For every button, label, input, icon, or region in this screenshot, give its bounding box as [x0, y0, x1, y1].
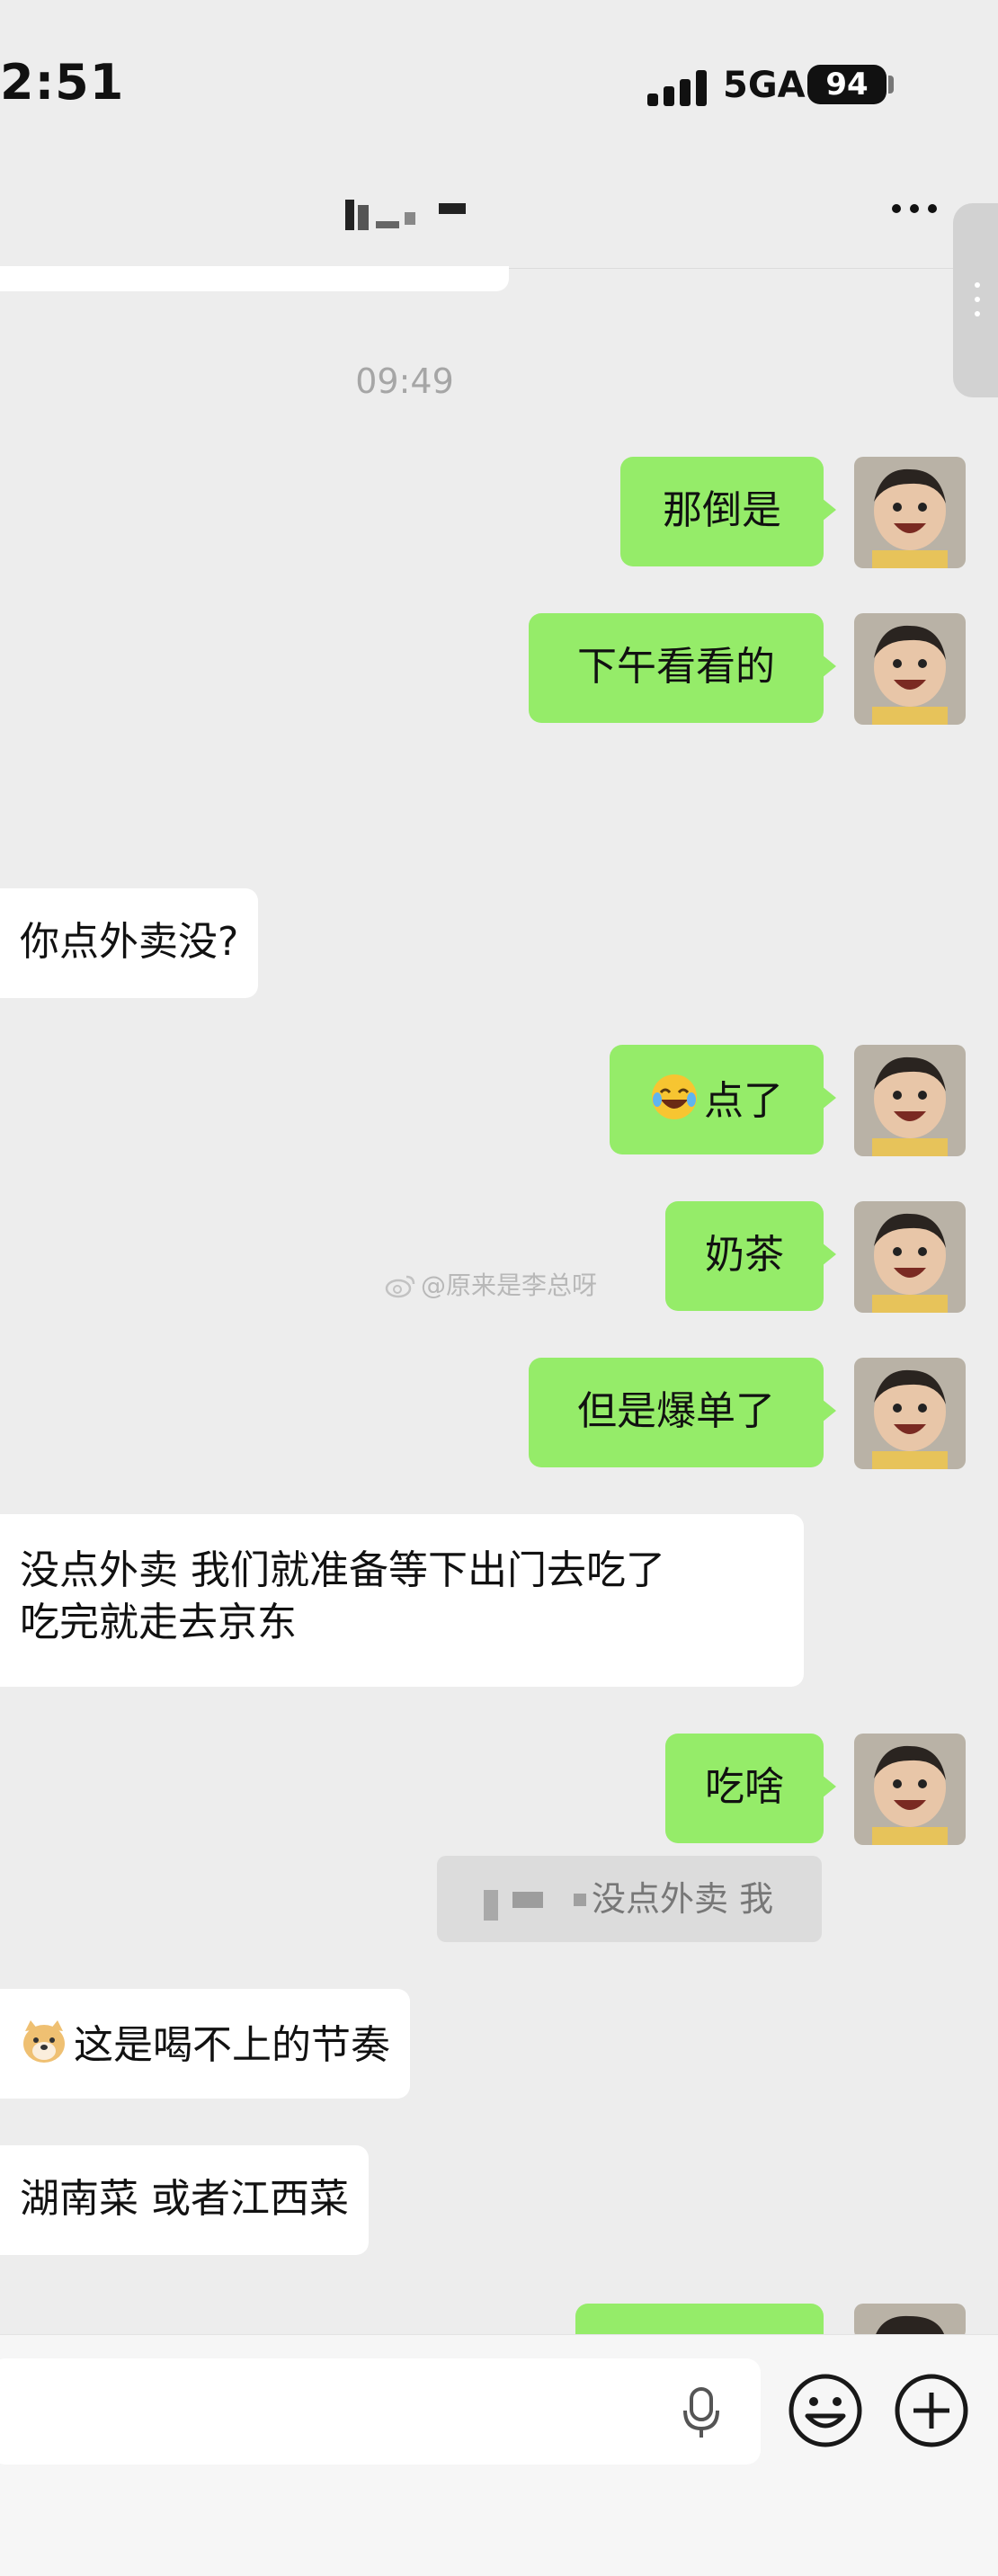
emoji-icon[interactable] — [786, 2371, 865, 2450]
message-text-line: 吃完就走去京东 — [20, 1600, 297, 1645]
message-text: 下午看看的 — [577, 644, 775, 690]
microphone-icon[interactable] — [676, 2385, 726, 2439]
plus-icon[interactable] — [892, 2371, 971, 2450]
ellipsis-icon[interactable] — [892, 200, 949, 218]
quoted-message[interactable]: 没点外卖 我 — [437, 1856, 822, 1942]
message-bubble-sent[interactable]: 但是爆单了 — [529, 1358, 836, 1467]
battery-tip — [888, 76, 894, 94]
avatar[interactable] — [854, 1201, 966, 1313]
status-bar: 2:51 5GA 94 — [0, 0, 998, 153]
signal-icon — [647, 67, 707, 106]
message-bubble-partial — [0, 266, 509, 291]
watermark: @原来是李总呀 — [385, 1266, 597, 1302]
message-text: 湖南菜 或者江西菜 — [20, 2176, 349, 2222]
message-bubble-received[interactable]: 这是喝不上的节奏 — [0, 1989, 410, 2099]
message-bubble-sent[interactable]: 奶茶 — [665, 1201, 836, 1311]
contact-name-redacted — [345, 196, 471, 232]
message-bubble-sent[interactable]: 点了 — [610, 1045, 836, 1154]
floating-side-handle[interactable] — [953, 203, 998, 397]
doge-emoji — [23, 2020, 65, 2063]
message-bubble-sent[interactable]: 吃啥 — [665, 1734, 836, 1843]
network-label: 5GA — [723, 65, 806, 106]
avatar[interactable] — [854, 1358, 966, 1469]
message-text: 这是喝不上的节奏 — [74, 2022, 390, 2068]
message-bubble-received[interactable]: 湖南菜 或者江西菜 — [0, 2145, 369, 2255]
message-bubble-sent[interactable]: 下午看看的 — [529, 613, 836, 723]
message-text: 你点外卖没? — [20, 919, 239, 965]
chat-screen: 2:51 5GA 94 09:49 那倒是 下午看看的 你点外卖没? 点了 奶茶… — [0, 0, 998, 2576]
avatar[interactable] — [854, 457, 966, 568]
message-text: 奶茶 — [705, 1232, 784, 1278]
chat-header — [0, 153, 998, 269]
message-text: 吃啥 — [705, 1764, 784, 1810]
message-text: 那倒是 — [663, 487, 781, 533]
battery-icon: 94 — [807, 65, 887, 104]
message-timestamp: 09:49 — [355, 361, 454, 401]
message-bubble-sent[interactable]: 那倒是 — [620, 457, 836, 566]
quoted-text: 没点外卖 我 — [592, 1879, 774, 1919]
message-text: 点了 — [704, 1078, 783, 1124]
laughing-tears-emoji — [652, 1074, 697, 1119]
message-input-bar — [0, 2334, 998, 2576]
watermark-text: @原来是李总呀 — [421, 1270, 598, 1300]
message-text-line: 没点外卖 我们就准备等下出门去吃了 — [20, 1547, 665, 1593]
message-text: 但是爆单了 — [577, 1388, 775, 1434]
avatar[interactable] — [854, 613, 966, 725]
avatar[interactable] — [854, 1734, 966, 1845]
avatar[interactable] — [854, 1045, 966, 1156]
message-input[interactable] — [0, 2358, 761, 2465]
status-time: 2:51 — [0, 54, 125, 111]
message-bubble-received[interactable]: 你点外卖没? — [0, 888, 259, 998]
message-bubble-received[interactable]: 没点外卖 我们就准备等下出门去吃了 吃完就走去京东 — [0, 1514, 804, 1687]
weibo-icon — [385, 1275, 415, 1298]
battery-level: 94 — [825, 67, 869, 103]
